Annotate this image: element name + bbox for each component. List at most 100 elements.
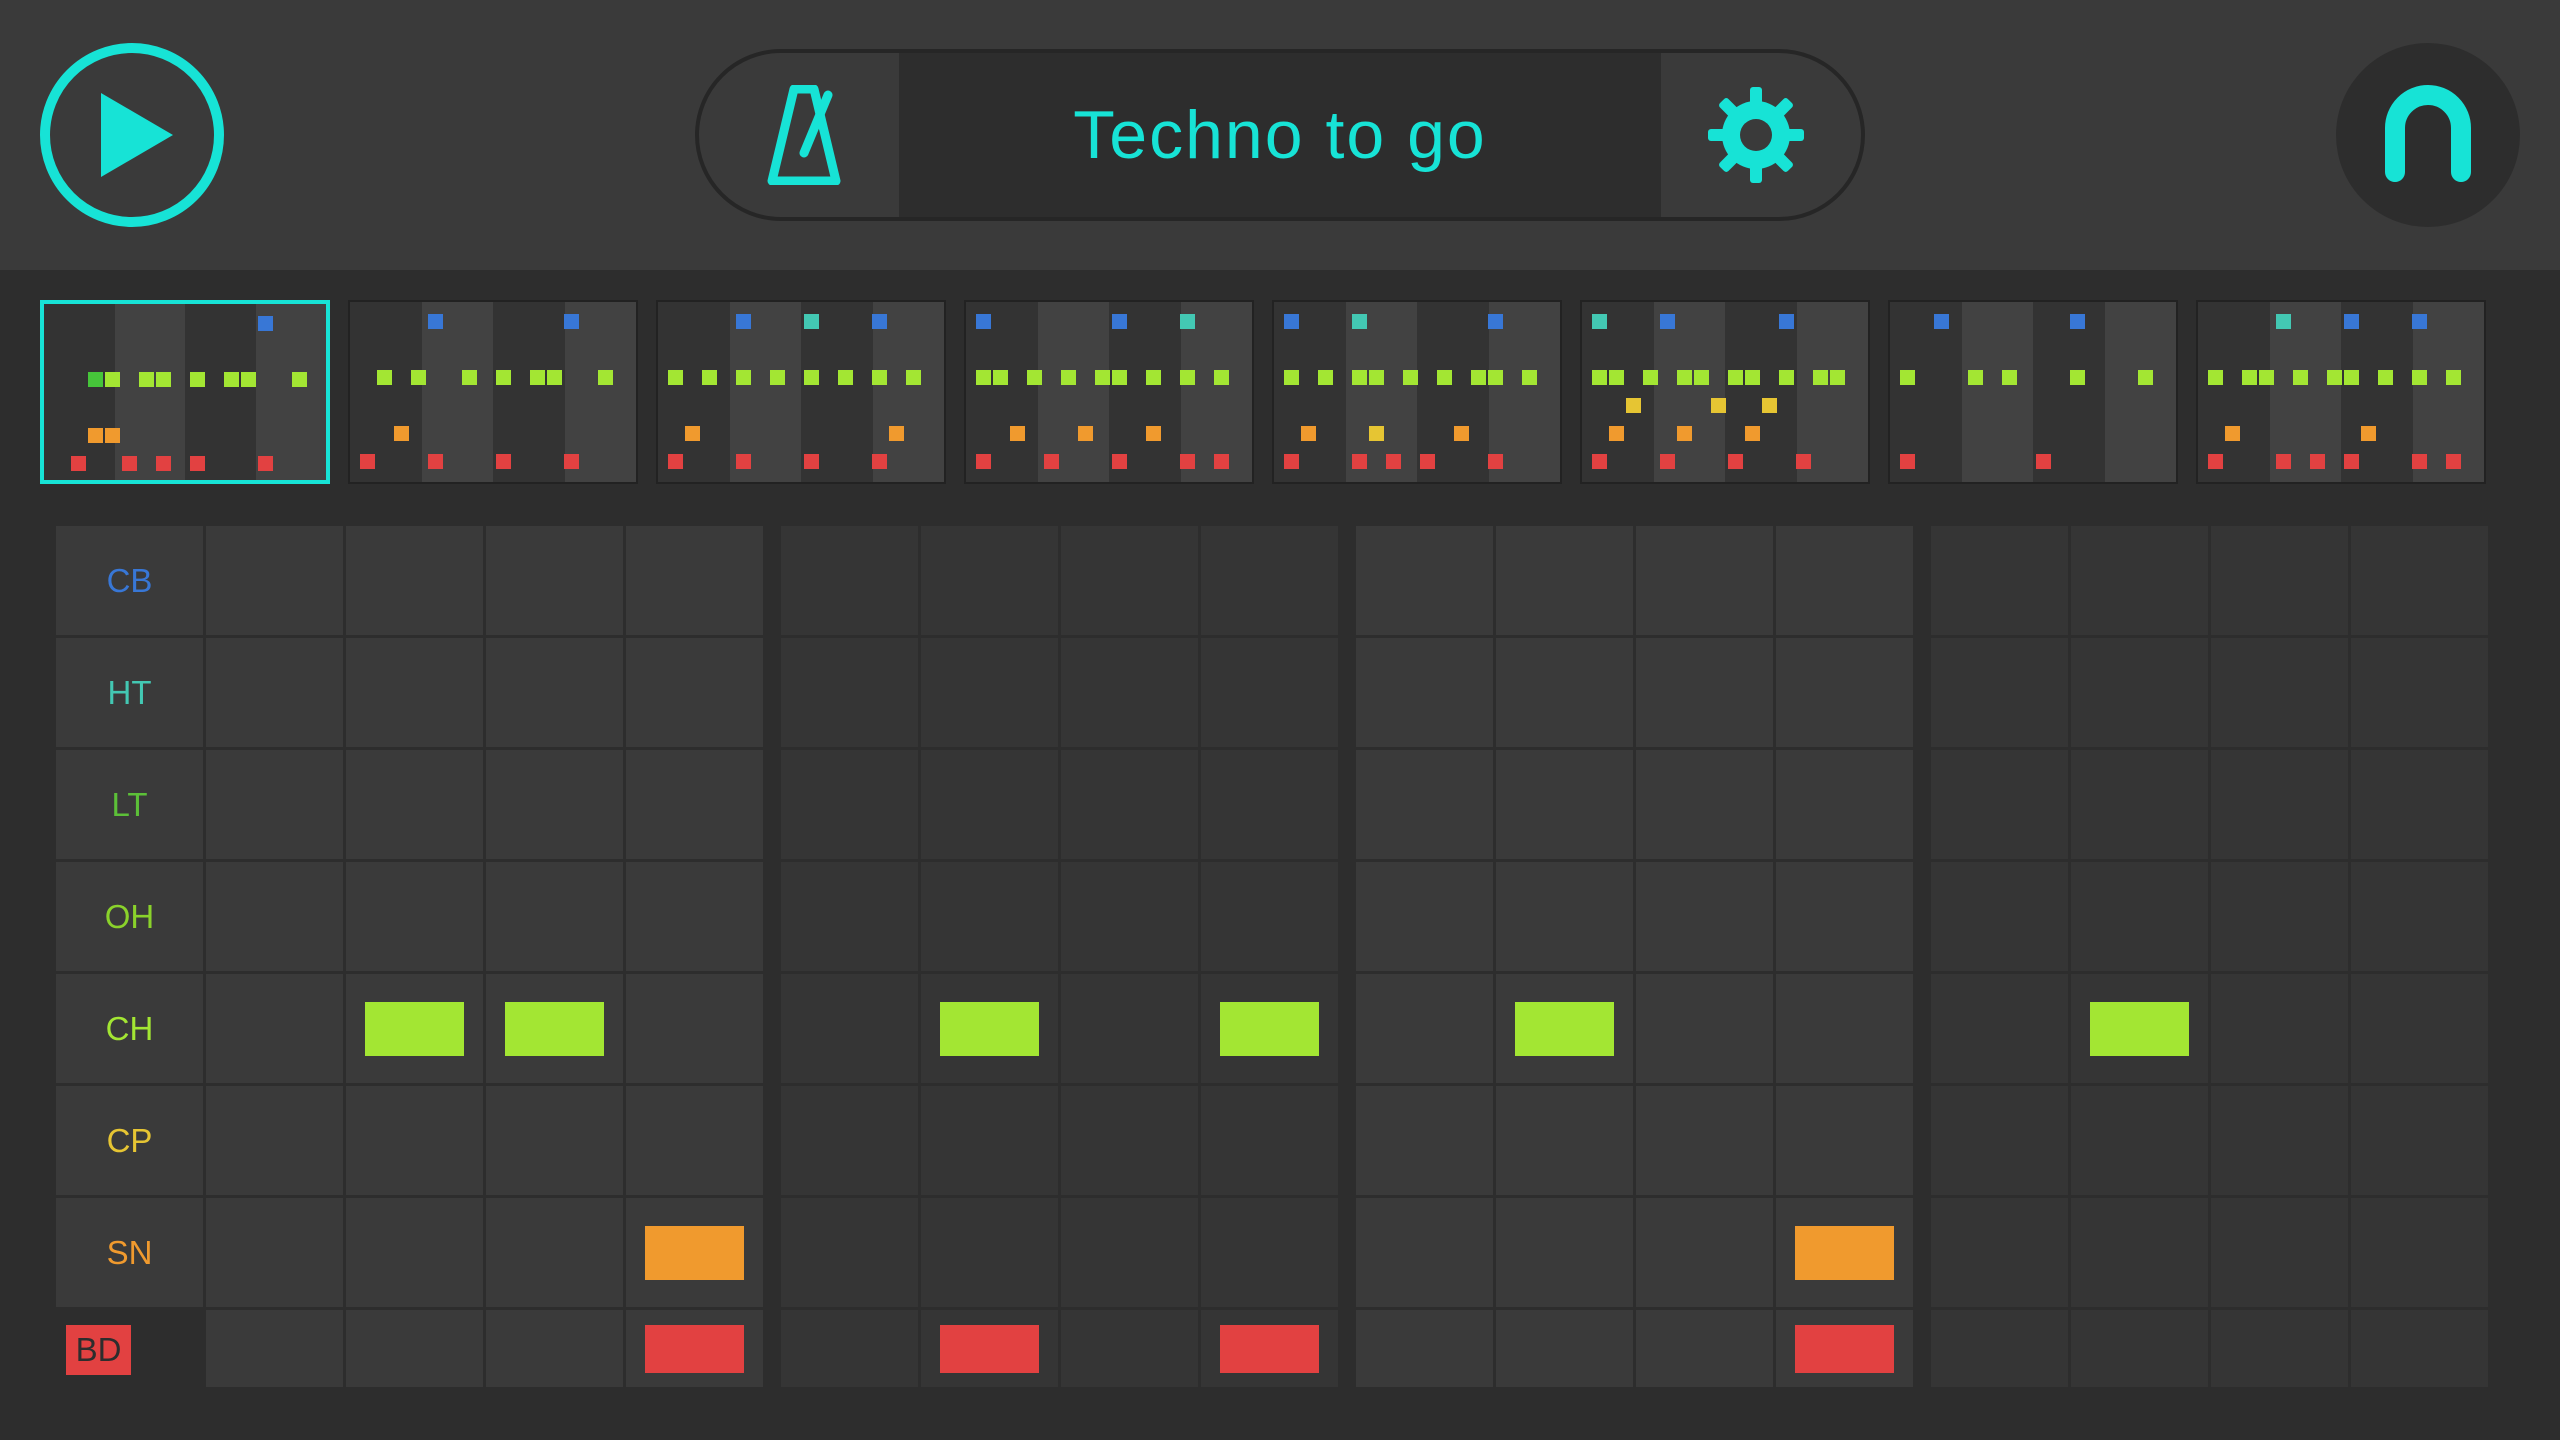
step-sn-10[interactable] (1636, 1198, 1776, 1310)
step-bd-0[interactable] (206, 1310, 346, 1390)
step-oh-7[interactable] (1201, 862, 1341, 974)
pattern-thumb-0[interactable] (40, 300, 330, 484)
step-cp-0[interactable] (206, 1086, 346, 1198)
step-lt-12[interactable] (1931, 750, 2071, 862)
step-ht-0[interactable] (206, 638, 346, 750)
step-cp-5[interactable] (921, 1086, 1061, 1198)
step-ht-8[interactable] (1356, 638, 1496, 750)
step-ht-5[interactable] (921, 638, 1061, 750)
step-ht-3[interactable] (626, 638, 766, 750)
step-cb-6[interactable] (1061, 526, 1201, 638)
step-sn-1[interactable] (346, 1198, 486, 1310)
step-cp-15[interactable] (2351, 1086, 2491, 1198)
step-ht-6[interactable] (1061, 638, 1201, 750)
step-bd-15[interactable] (2351, 1310, 2491, 1390)
step-sn-8[interactable] (1356, 1198, 1496, 1310)
step-sn-11[interactable] (1776, 1198, 1916, 1310)
step-oh-5[interactable] (921, 862, 1061, 974)
step-ht-7[interactable] (1201, 638, 1341, 750)
step-ch-0[interactable] (206, 974, 346, 1086)
step-sn-4[interactable] (781, 1198, 921, 1310)
step-ch-3[interactable] (626, 974, 766, 1086)
step-sn-0[interactable] (206, 1198, 346, 1310)
step-sn-6[interactable] (1061, 1198, 1201, 1310)
pattern-thumb-2[interactable] (656, 300, 946, 484)
step-cb-11[interactable] (1776, 526, 1916, 638)
step-lt-1[interactable] (346, 750, 486, 862)
step-ch-2[interactable] (486, 974, 626, 1086)
step-cb-2[interactable] (486, 526, 626, 638)
step-sn-9[interactable] (1496, 1198, 1636, 1310)
step-cb-1[interactable] (346, 526, 486, 638)
step-bd-3[interactable] (626, 1310, 766, 1390)
step-cp-3[interactable] (626, 1086, 766, 1198)
pattern-thumb-7[interactable] (2196, 300, 2486, 484)
step-oh-6[interactable] (1061, 862, 1201, 974)
step-lt-8[interactable] (1356, 750, 1496, 862)
step-lt-5[interactable] (921, 750, 1061, 862)
step-ch-1[interactable] (346, 974, 486, 1086)
step-lt-13[interactable] (2071, 750, 2211, 862)
step-sn-7[interactable] (1201, 1198, 1341, 1310)
track-label-lt[interactable]: LT (56, 750, 206, 862)
step-ht-1[interactable] (346, 638, 486, 750)
settings-button[interactable] (1701, 85, 1811, 185)
step-oh-1[interactable] (346, 862, 486, 974)
step-sn-5[interactable] (921, 1198, 1061, 1310)
step-bd-8[interactable] (1356, 1310, 1496, 1390)
step-lt-0[interactable] (206, 750, 346, 862)
step-bd-10[interactable] (1636, 1310, 1776, 1390)
track-label-ht[interactable]: HT (56, 638, 206, 750)
play-button[interactable] (40, 43, 224, 227)
step-oh-14[interactable] (2211, 862, 2351, 974)
step-oh-0[interactable] (206, 862, 346, 974)
step-ht-14[interactable] (2211, 638, 2351, 750)
step-lt-9[interactable] (1496, 750, 1636, 862)
step-cp-8[interactable] (1356, 1086, 1496, 1198)
step-bd-12[interactable] (1931, 1310, 2071, 1390)
step-ht-2[interactable] (486, 638, 626, 750)
step-oh-10[interactable] (1636, 862, 1776, 974)
step-lt-15[interactable] (2351, 750, 2491, 862)
step-ch-12[interactable] (1931, 974, 2071, 1086)
pattern-thumb-3[interactable] (964, 300, 1254, 484)
step-oh-2[interactable] (486, 862, 626, 974)
step-sn-13[interactable] (2071, 1198, 2211, 1310)
step-bd-5[interactable] (921, 1310, 1061, 1390)
step-oh-13[interactable] (2071, 862, 2211, 974)
step-cp-11[interactable] (1776, 1086, 1916, 1198)
step-ch-11[interactable] (1776, 974, 1916, 1086)
pattern-thumb-4[interactable] (1272, 300, 1562, 484)
step-ch-4[interactable] (781, 974, 921, 1086)
step-lt-3[interactable] (626, 750, 766, 862)
step-lt-2[interactable] (486, 750, 626, 862)
step-bd-4[interactable] (781, 1310, 921, 1390)
project-title[interactable]: Techno to go (899, 53, 1661, 217)
step-cp-13[interactable] (2071, 1086, 2211, 1198)
step-oh-4[interactable] (781, 862, 921, 974)
pattern-thumb-6[interactable] (1888, 300, 2178, 484)
step-oh-11[interactable] (1776, 862, 1916, 974)
step-cb-9[interactable] (1496, 526, 1636, 638)
step-bd-7[interactable] (1201, 1310, 1341, 1390)
step-cb-12[interactable] (1931, 526, 2071, 638)
step-cp-12[interactable] (1931, 1086, 2071, 1198)
step-cb-7[interactable] (1201, 526, 1341, 638)
step-cp-9[interactable] (1496, 1086, 1636, 1198)
step-cp-14[interactable] (2211, 1086, 2351, 1198)
step-cp-6[interactable] (1061, 1086, 1201, 1198)
step-ch-8[interactable] (1356, 974, 1496, 1086)
step-cb-14[interactable] (2211, 526, 2351, 638)
track-label-ch[interactable]: CH (56, 974, 206, 1086)
track-label-cp[interactable]: CP (56, 1086, 206, 1198)
step-bd-11[interactable] (1776, 1310, 1916, 1390)
pattern-thumb-5[interactable] (1580, 300, 1870, 484)
step-cb-3[interactable] (626, 526, 766, 638)
step-ht-11[interactable] (1776, 638, 1916, 750)
step-ht-15[interactable] (2351, 638, 2491, 750)
step-oh-15[interactable] (2351, 862, 2491, 974)
step-ch-9[interactable] (1496, 974, 1636, 1086)
track-label-sn[interactable]: SN (56, 1198, 206, 1310)
step-lt-7[interactable] (1201, 750, 1341, 862)
step-bd-2[interactable] (486, 1310, 626, 1390)
